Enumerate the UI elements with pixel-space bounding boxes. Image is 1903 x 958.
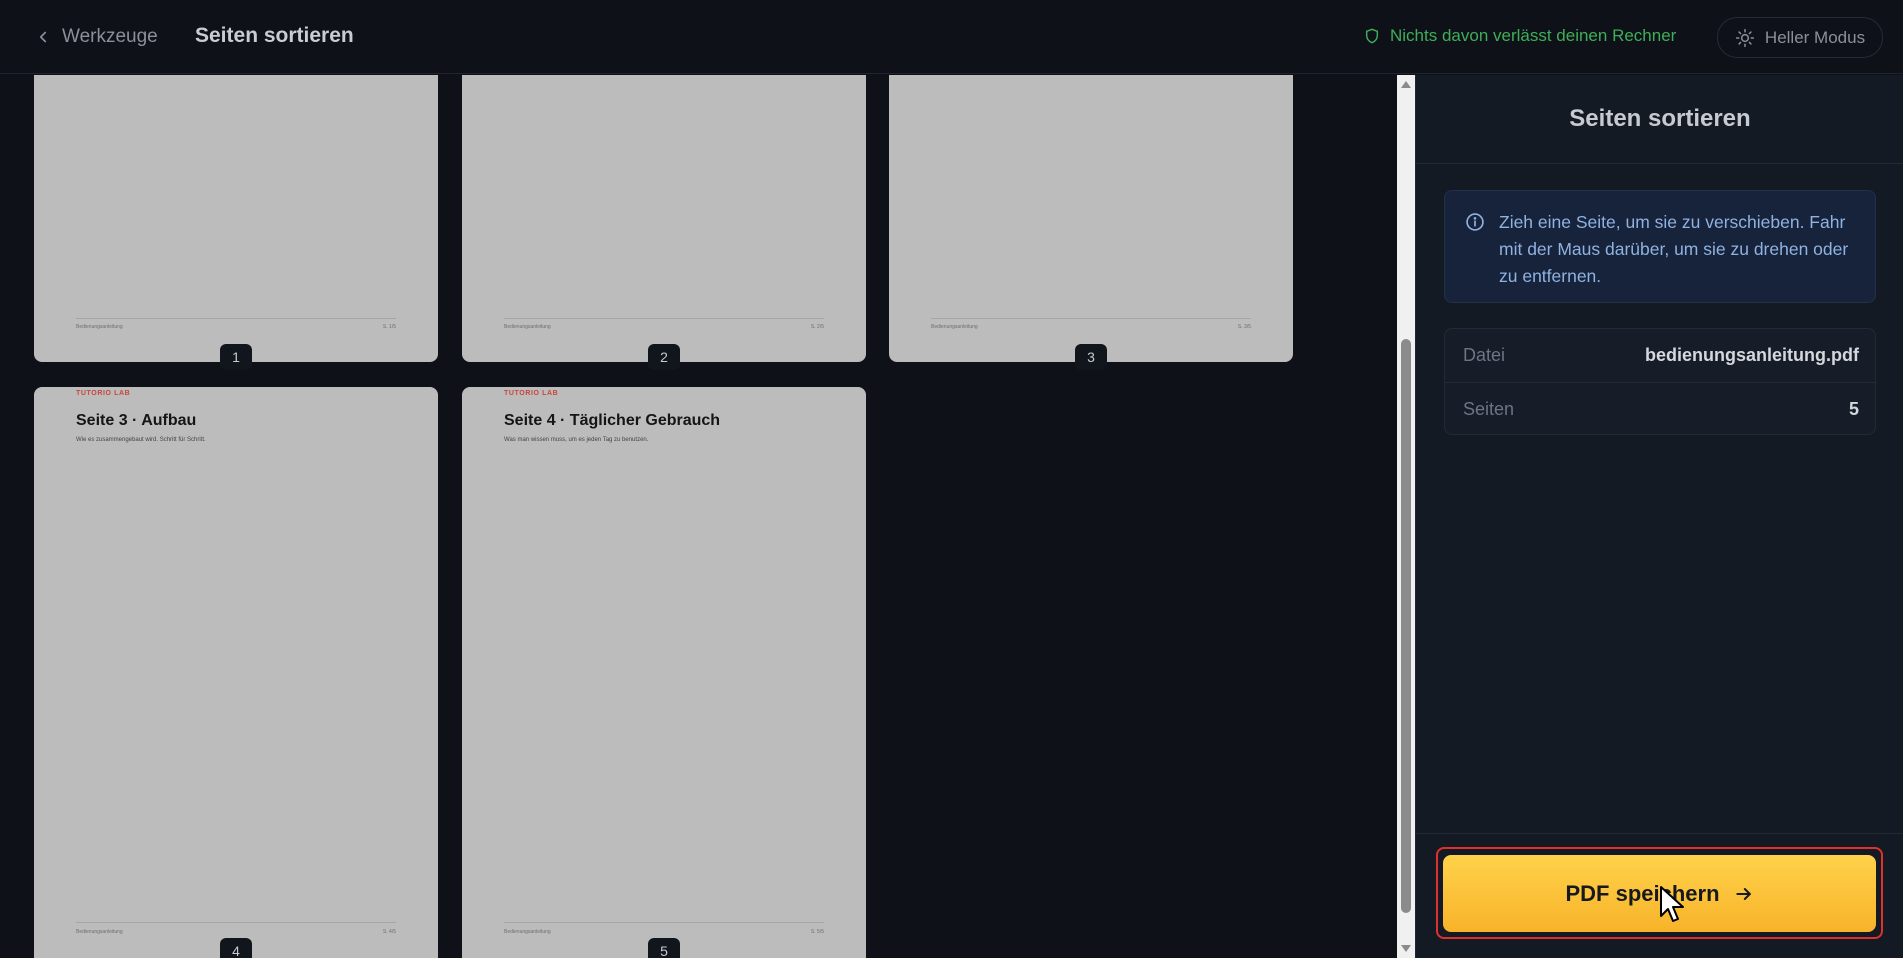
scroll-down-arrow[interactable] [1401, 945, 1411, 952]
page-footer-right: S. 3/5 [1237, 324, 1251, 330]
info-text: Zieh eine Seite, um sie zu verschieben. … [1499, 212, 1849, 286]
page-footer-right: S. 4/5 [382, 929, 396, 935]
page-thumbnail-2[interactable]: Bedienungsanleitung S. 2/5 [462, 75, 866, 362]
vertical-scrollbar[interactable] [1397, 75, 1415, 958]
page-footer-left: Bedienungsanleitung [504, 324, 551, 330]
page-subtitle: Was man wissen muss, um es jeden Tag zu … [504, 437, 649, 443]
page-number-badge: 3 [1075, 344, 1107, 370]
page-number-badge: 1 [220, 344, 252, 370]
info-box: Zieh eine Seite, um sie zu verschieben. … [1444, 190, 1876, 303]
light-mode-label: Heller Modus [1764, 27, 1866, 47]
page-title: Seiten sortieren [195, 24, 354, 47]
page-thumbnail-3[interactable]: Bedienungsanleitung S. 3/5 [889, 75, 1293, 362]
page-heading: Seite 3 · Aufbau [76, 412, 197, 429]
back-link-label: Werkzeuge [62, 26, 158, 47]
arrow-right-icon [1735, 887, 1751, 900]
file-label: Datei [1463, 345, 1506, 365]
file-name: bedienungsanleitung.pdf [1645, 345, 1859, 365]
page-thumbnail-5[interactable]: TUTORIO LAB Seite 4 · Täglicher Gebrauch… [462, 387, 866, 958]
page-number-badge: 2 [648, 344, 680, 370]
page-heading: Seite 4 · Täglicher Gebrauch [504, 412, 721, 429]
page-footer-left: Bedienungsanleitung [76, 324, 123, 330]
pages-label: Seiten [1463, 398, 1515, 419]
side-panel: Seiten sortieren Zieh eine Seite, um sie… [1415, 75, 1903, 958]
file-info-table: Datei bedienungsanleitung.pdf Seiten 5 [1444, 328, 1877, 435]
page-footer-right: S. 5/5 [810, 929, 824, 935]
page-subtitle: Wie es zusammengebaut wird. Schritt für … [76, 437, 206, 443]
page-footer-line [76, 922, 396, 923]
scroll-thumb[interactable] [1401, 339, 1411, 913]
page-footer-line [931, 318, 1251, 319]
page-footer-left: Bedienungsanleitung [931, 324, 978, 330]
scroll-up-arrow[interactable] [1401, 81, 1411, 88]
save-pdf-button[interactable]: PDF speichern [1443, 855, 1876, 932]
page-footer-right: S. 1/5 [382, 324, 396, 330]
page-footer-left: Bedienungsanleitung [504, 929, 551, 935]
file-row: Datei bedienungsanleitung.pdf [1445, 329, 1877, 382]
page-brand: TUTORIO LAB [504, 390, 559, 397]
panel-title: Seiten sortieren [1416, 75, 1903, 164]
page-footer-left: Bedienungsanleitung [76, 929, 123, 935]
page-footer-right: S. 2/5 [810, 324, 824, 330]
chevron-left-icon [39, 31, 47, 43]
page-footer-line [504, 922, 824, 923]
page-footer-line [504, 318, 824, 319]
top-bar: Werkzeuge Seiten sortieren Nichts davon … [0, 0, 1903, 74]
page-thumbnail-1[interactable]: Bedienungsanleitung S. 1/5 [34, 75, 438, 362]
page-grid: Bedienungsanleitung S. 1/5 1 Bedienungsa… [0, 75, 1397, 958]
page-count: 5 [1848, 398, 1859, 419]
page-number-badge: 4 [220, 938, 252, 958]
light-mode-button[interactable]: Heller Modus [1717, 17, 1883, 58]
page-thumbnail-4[interactable]: TUTORIO LAB Seite 3 · Aufbau Wie es zusa… [34, 387, 438, 958]
privacy-text: Nichts davon verlässt deinen Rechner [1390, 26, 1677, 45]
shield-icon [1365, 28, 1379, 44]
page-number-badge: 5 [648, 938, 680, 958]
back-link[interactable]: Werkzeuge [34, 24, 158, 50]
sun-icon [1735, 28, 1755, 47]
privacy-notice: Nichts davon verlässt deinen Rechner [1364, 26, 1676, 46]
pages-row: Seiten 5 [1445, 382, 1877, 435]
save-pdf-label: PDF speichern [1565, 880, 1720, 906]
info-icon [1466, 213, 1484, 231]
page-brand: TUTORIO LAB [76, 390, 131, 397]
page-footer-line [76, 318, 396, 319]
